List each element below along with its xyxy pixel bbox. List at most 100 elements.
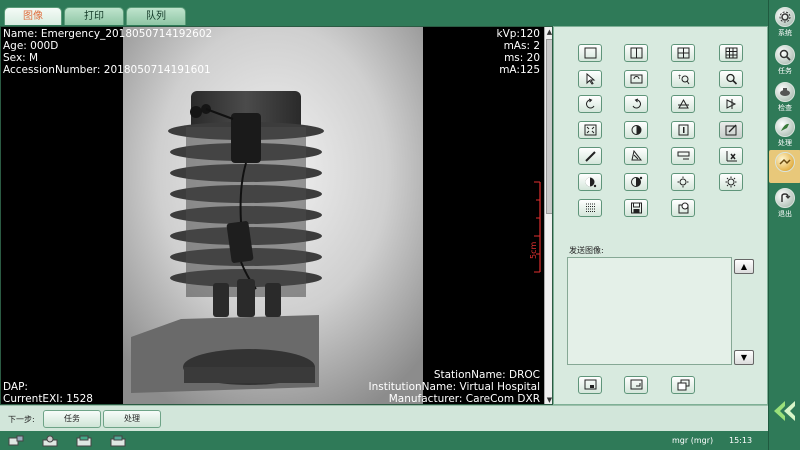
mas-value: mAs: 2 [503,40,540,52]
nav-exit[interactable]: 退出 [769,186,800,219]
clock-time: 15:13 [729,436,753,445]
next-step-bar: 下一步: 任务 处理 [0,405,768,431]
layout-1x2-button[interactable] [624,44,648,62]
clear-annotation-icon [726,151,737,162]
layout-1x1-button[interactable] [578,44,602,62]
export-icon [678,202,688,214]
search-task-icon [779,49,791,61]
send-all-icon [630,379,642,390]
save-icon [630,202,642,214]
xray-image [123,27,541,404]
magnify-button[interactable] [719,70,743,88]
nav-exam[interactable]: 检查 [769,80,800,113]
layout-2x2-icon [677,47,689,59]
brightness-up-icon [725,176,736,188]
nav-process[interactable]: 处理 [769,115,800,148]
dap-value: DAP: [3,381,28,393]
angle-button[interactable] [624,147,648,165]
ruler-button[interactable] [578,147,602,165]
image-icon [779,158,791,165]
image-viewport[interactable]: Name: Emergency_20180507141926​02 Age: 0… [0,26,553,405]
send-image-list[interactable] [567,257,732,365]
annotation-icon [725,124,736,136]
export-button[interactable] [671,199,695,217]
fit-window-button[interactable] [578,121,602,139]
annotation-button[interactable] [719,121,743,139]
network-icon[interactable] [8,435,24,447]
rotate-right-button[interactable] [624,95,648,113]
exam-icon [780,88,790,96]
layout-2x2-button[interactable] [671,44,695,62]
send-scroll-up-button[interactable]: ▲ [734,259,754,274]
tool-panel: ↑ 发送图像: ▲ ▼ [553,26,768,405]
pan-button[interactable] [624,70,648,88]
scroll-down-arrow[interactable]: ▼ [546,396,552,404]
tab-queue[interactable]: 队列 [126,7,186,25]
scroll-up-arrow[interactable]: ▲ [546,28,552,37]
fit-window-icon [584,124,596,136]
info-button[interactable] [671,121,695,139]
flip-horizontal-icon [726,99,736,109]
station-name: StationName: DROC [433,369,540,381]
send-batch-button[interactable] [671,376,695,394]
ma-value: mA:125 [499,64,540,76]
rotate-right-icon [632,98,641,109]
clear-annotation-button[interactable] [719,147,743,165]
contrast-up-button[interactable] [624,173,648,191]
nav-exam-label: 检查 [778,104,792,112]
send-image-label: 发送图像: [569,246,604,255]
dose-info: DAP: CurrentEXI: 1528 [3,381,93,405]
layout-grid-icon [725,47,737,59]
current-exi: CurrentEXI: 1528 [3,393,93,405]
patient-name: Name: Emergency_20180507141926​02 [3,28,213,40]
contrast-down-button[interactable] [578,173,602,191]
side-nav: 系统 任务 检查 处理 退出 [768,0,800,450]
send-icon [584,379,596,390]
roi-button[interactable] [671,147,695,165]
magnify-icon [725,73,737,85]
brightness-down-button[interactable] [671,173,695,191]
nav-exit-label: 退出 [778,210,792,218]
flip-horizontal-button[interactable] [719,95,743,113]
brightness-down-icon [677,176,688,188]
contrast-up-icon [630,176,642,187]
viewport-scrollbar[interactable]: ▲ ▼ [544,27,552,404]
accession-number: AccessionNumber: 201805071419160​1 [3,64,211,76]
pointer-button[interactable] [578,70,602,88]
nav-task-label: 任务 [778,67,792,75]
station-info: StationName: DROC InstitutionName: Virtu… [369,369,540,405]
process-icon [781,123,789,131]
status-bar: mgr (mgr) 15:13 [0,431,768,450]
grid-view-button[interactable] [578,199,602,217]
send-all-button[interactable] [624,376,648,394]
nav-system[interactable]: 系统 [769,5,800,38]
zoom-region-button[interactable]: ↑ [671,70,695,88]
printer-icon[interactable] [110,435,126,447]
info-icon [678,124,688,136]
task-button[interactable]: 任务 [43,410,101,428]
tab-image[interactable]: 图像 [4,7,62,25]
send-button[interactable] [578,376,602,394]
nav-image[interactable] [769,150,800,183]
tab-print[interactable]: 打印 [64,7,124,25]
process-button[interactable]: 处理 [103,410,161,428]
rotate-left-button[interactable] [578,95,602,113]
exit-icon [781,193,791,202]
layout-grid-button[interactable] [719,44,743,62]
contrast-down-icon [585,177,596,188]
pan-icon [630,74,642,84]
scroll-thumb[interactable] [546,39,552,214]
manufacturer: Manufacturer: CareCom DXR [388,393,540,405]
ms-value: ms: 20 [504,52,540,64]
brightness-up-button[interactable] [719,173,743,191]
invert-button[interactable] [624,121,648,139]
ruler-icon [584,151,596,162]
disk-icon[interactable] [42,435,58,447]
pointer-icon [586,73,595,85]
nav-task[interactable]: 任务 [769,43,800,76]
send-scroll-down-button[interactable]: ▼ [734,350,754,365]
save-button[interactable] [624,199,648,217]
detector-icon[interactable] [76,435,92,447]
flip-vertical-icon [677,98,689,109]
flip-vertical-button[interactable] [671,95,695,113]
